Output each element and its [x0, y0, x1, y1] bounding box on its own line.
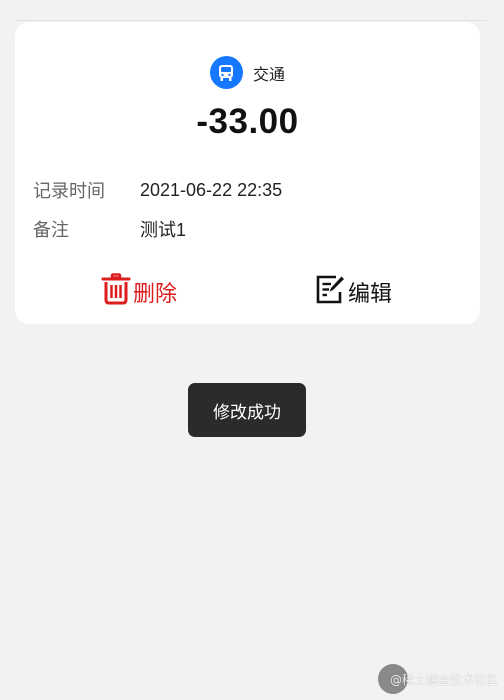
edit-button[interactable]: 编辑 — [314, 273, 392, 311]
category-row: 交通 — [15, 56, 480, 89]
watermark: @稀土掘金技术社区 — [377, 664, 498, 694]
bus-icon — [209, 56, 243, 89]
note-row: 备注 测试1 — [33, 216, 186, 242]
divider — [16, 20, 488, 21]
edit-label: 编辑 — [348, 282, 393, 307]
action-bar: 删除 编辑 — [15, 273, 480, 309]
record-detail-card: 交通 -33.00 记录时间 2021-06-22 22:35 备注 测试1 删… — [15, 22, 480, 324]
delete-label: 删除 — [133, 282, 178, 307]
delete-button[interactable]: 删除 — [101, 273, 177, 311]
note-value: 测试1 — [140, 220, 187, 240]
amount-value: -33.00 — [196, 102, 299, 141]
note-label: 备注 — [33, 220, 69, 241]
time-row: 记录时间 2021-06-22 22:35 — [33, 177, 282, 203]
toast-message: 修改成功 — [188, 383, 306, 437]
watermark-text: @稀土掘金技术社区 — [389, 672, 498, 687]
time-value: 2021-06-22 22:35 — [140, 179, 283, 200]
edit-icon — [314, 273, 346, 311]
category-label: 交通 — [252, 64, 285, 84]
time-label: 记录时间 — [33, 181, 105, 202]
trash-icon — [101, 273, 131, 311]
